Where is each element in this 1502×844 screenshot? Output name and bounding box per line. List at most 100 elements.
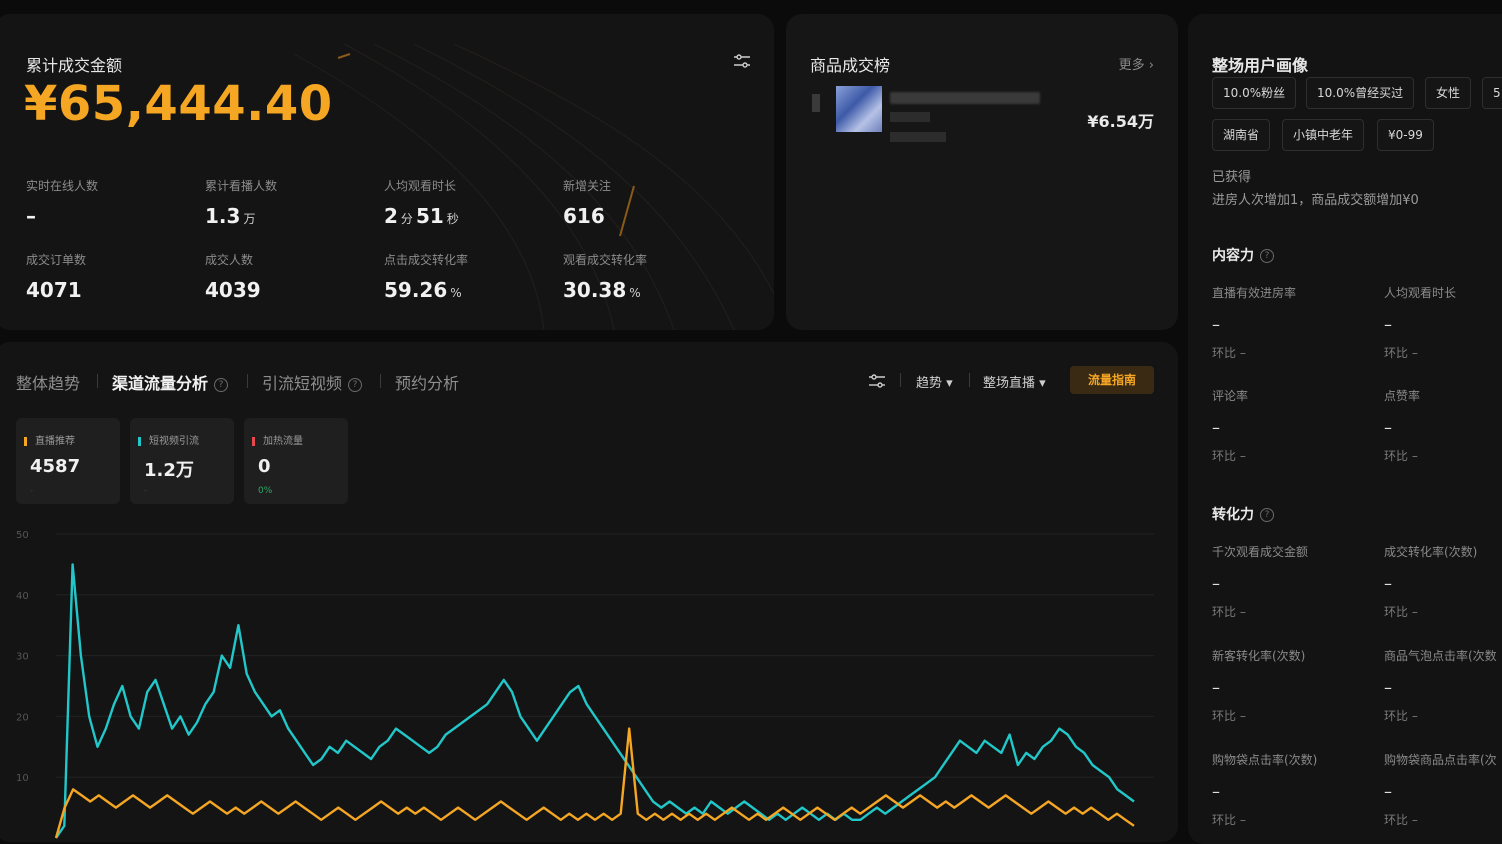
channel-name: 短视频引流 [138, 432, 199, 447]
product-info-redacted [890, 112, 930, 122]
profile-tag: 5 [1482, 77, 1502, 109]
tab-overall-trend[interactable]: 整体趋势 [16, 370, 80, 394]
channel-color-marker [252, 436, 255, 446]
product-ranking-title: 商品成交榜 [810, 56, 891, 75]
help-icon[interactable]: ? [1260, 508, 1274, 522]
series-line-1 [54, 727, 1135, 839]
profile-metric: 成交转化率(次数) – 环比 – [1384, 545, 1478, 619]
sliders-icon[interactable] [867, 372, 887, 394]
metric-value: 1.3 万 [205, 204, 256, 228]
channel-sub: - [30, 486, 34, 496]
channel-sub: - [144, 486, 148, 496]
traffic-guide-button[interactable]: 流量指南 [1070, 366, 1154, 394]
tab-divider [97, 374, 98, 388]
channel-card-short-video[interactable]: 短视频引流 1.2万 - [130, 418, 234, 504]
tab-divider [247, 374, 248, 388]
metric-label: 成交订单数 [26, 253, 87, 267]
rank-indicator [812, 94, 820, 112]
content-section-title: 内容力? [1212, 245, 1274, 265]
more-link[interactable]: 更多 › [1119, 54, 1154, 73]
profile-tag: 10.0%粉丝 [1212, 77, 1297, 109]
user-profile-card: 整场用户画像 10.0%粉丝 10.0%曾经买过 女性 5 湖南省 小镇中老年 … [1188, 14, 1502, 844]
conversion-section-title: 转化力? [1212, 504, 1274, 524]
metric-value: 4039 [205, 278, 261, 302]
scope-dropdown[interactable]: 整场直播 ▾ [983, 372, 1046, 391]
metric-value: 616 [563, 204, 605, 228]
metric-new-follows: 新增关注 616 [563, 177, 733, 228]
profile-metric: 新客转化率(次数) – 环比 – [1212, 649, 1306, 723]
help-icon[interactable]: ? [1260, 249, 1274, 263]
metric-orders: 成交订单数 4071 [26, 251, 196, 302]
profile-metric: 购物袋点击率(次数) – 环比 – [1212, 753, 1318, 827]
channel-color-marker [24, 436, 27, 446]
y-tick-label: 30 [16, 652, 29, 663]
sliders-icon[interactable] [732, 52, 752, 70]
metric-label: 人均观看时长 [384, 179, 457, 193]
profile-tag: 10.0%曾经买过 [1306, 77, 1415, 109]
metric-viewers: 累计看播人数 1.3 万 [205, 177, 375, 228]
y-tick-label: 20 [16, 712, 29, 723]
metric-watch-conversion: 观看成交转化率 30.38% [563, 251, 733, 302]
help-icon[interactable]: ? [348, 377, 363, 392]
y-tick-label: 40 [16, 591, 29, 602]
metric-click-conversion: 点击成交转化率 59.26% [384, 251, 554, 302]
metric-label: 新增关注 [563, 179, 612, 193]
control-divider [969, 373, 970, 387]
obtained-label: 已获得 [1212, 170, 1252, 185]
metric-avg-watch-time: 人均观看时长 2 分 51 秒 [384, 177, 554, 228]
tab-divider [380, 374, 381, 388]
metric-label: 实时在线人数 [26, 179, 99, 193]
metric-online: 实时在线人数 – [26, 177, 196, 228]
product-gmv: ¥6.54万 [1087, 112, 1154, 131]
product-info-redacted [890, 132, 946, 142]
channel-value: 0 [258, 456, 271, 477]
y-tick-label: 50 [16, 530, 29, 541]
channel-card-boost[interactable]: 加热流量 0 0% [244, 418, 348, 504]
help-icon[interactable]: ? [214, 377, 229, 392]
profile-metric: 千次观看成交金额 – 环比 – [1212, 545, 1309, 619]
trend-dropdown[interactable]: 趋势 ▾ [916, 372, 953, 391]
metric-value: 30.38% [563, 278, 641, 302]
profile-tag: 女性 [1425, 77, 1472, 109]
control-divider [900, 373, 901, 387]
obtained-text: 进房人次增加1，商品成交额增加¥0 [1212, 193, 1419, 208]
product-ranking-card: 商品成交榜 更多 › ¥6.54万 [786, 14, 1178, 330]
channel-name: 加热流量 [252, 432, 303, 447]
tab-short-video[interactable]: 引流短视频? [262, 370, 363, 394]
profile-metric: 购物袋商品点击率(次 – 环比 – [1384, 753, 1497, 827]
tab-reservation[interactable]: 预约分析 [395, 370, 459, 394]
metric-buyers: 成交人数 4039 [205, 251, 375, 302]
total-gmv-label: 累计成交金额 [26, 56, 123, 75]
live-stats-card: 累计成交金额 ¥65,444.40 实时在线人数 – 累计看播人数 1.3 万 人… [0, 14, 774, 330]
profile-metric: 商品气泡点击率(次数 – 环比 – [1384, 649, 1497, 723]
metric-value: 4071 [26, 278, 82, 302]
y-tick-label: 10 [16, 773, 29, 784]
profile-metric: 评论率 – 环比 – [1212, 389, 1249, 463]
product-name-redacted [890, 92, 1040, 104]
channel-sub: 0% [258, 486, 273, 496]
channel-card-live-recommend[interactable]: 直播推荐 4587 - [16, 418, 120, 504]
channel-color-marker [138, 436, 141, 446]
profile-tag: 湖南省 [1212, 119, 1271, 151]
metric-value: 2 分 51 秒 [384, 204, 459, 228]
metric-label: 点击成交转化率 [384, 253, 469, 267]
profile-metric: 人均观看时长 – 环比 – [1384, 286, 1457, 360]
metric-label: 成交人数 [205, 253, 254, 267]
profile-tag: ¥0-99 [1377, 119, 1434, 151]
profile-tag: 小镇中老年 [1282, 119, 1365, 151]
channel-value: 4587 [30, 456, 81, 477]
metric-value: 59.26% [384, 278, 462, 302]
user-profile-title: 整场用户画像 [1212, 56, 1309, 75]
channel-name: 直播推荐 [24, 432, 75, 447]
product-thumbnail[interactable] [836, 86, 882, 132]
total-gmv-value: ¥65,444.40 [24, 76, 333, 132]
tab-channel-traffic[interactable]: 渠道流量分析? [112, 370, 229, 394]
profile-metric: 直播有效进房率 – 环比 – [1212, 286, 1297, 360]
metric-label: 观看成交转化率 [563, 253, 648, 267]
channel-value: 1.2万 [144, 460, 194, 481]
traffic-analysis-card: 整体趋势 渠道流量分析? 引流短视频? 预约分析 趋势 ▾ 整场直播 ▾ 流量指… [0, 342, 1178, 842]
traffic-line-chart[interactable]: 10 20 30 40 50 [0, 518, 1178, 842]
metric-value: – [26, 204, 36, 228]
profile-metric: 点赞率 – 环比 – [1384, 389, 1421, 463]
metric-label: 累计看播人数 [205, 179, 278, 193]
